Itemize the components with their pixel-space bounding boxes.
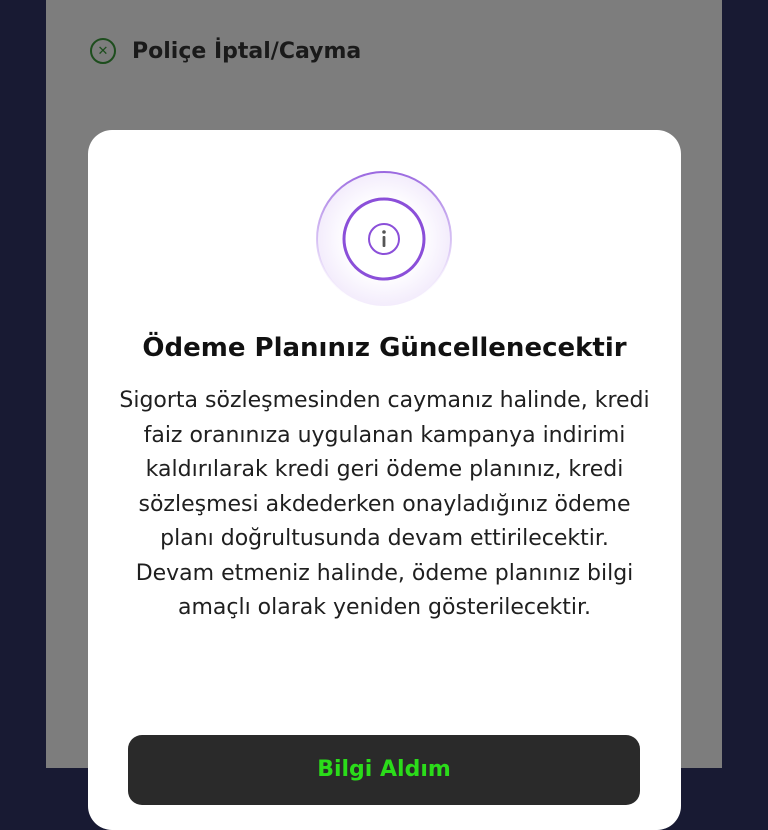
x-circle-icon: ✕ [90, 38, 116, 64]
acknowledge-button[interactable]: Bilgi Aldım [128, 735, 640, 805]
info-icon [316, 171, 452, 307]
modal-title: Ödeme Planınız Güncellenecektir [142, 333, 627, 363]
list-item-policy-cancel[interactable]: ✕ Poliçe İptal/Cayma [90, 34, 361, 68]
list-item-label: Poliçe İptal/Cayma [132, 38, 362, 64]
modal-message: Sigorta sözleşmesinden caymanız halinde,… [119, 388, 650, 620]
info-modal: Ödeme Planınız Güncellenecektir Sigorta … [88, 130, 681, 830]
